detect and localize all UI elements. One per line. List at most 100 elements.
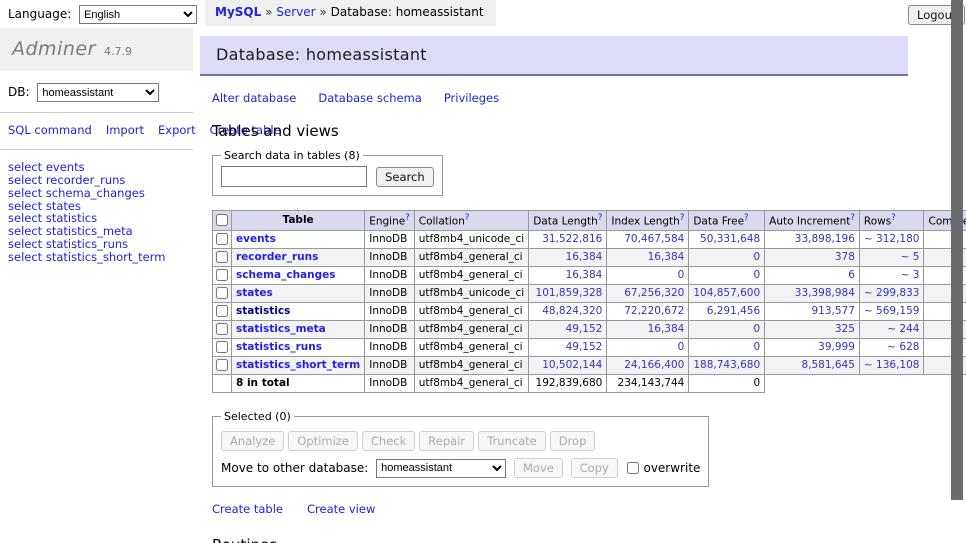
logo-band: Adminer 4.7.9 xyxy=(0,28,193,71)
total-data-length-cell: 192,839,680 xyxy=(529,374,607,392)
breadcrumb-separator: » xyxy=(316,5,331,19)
row-checkbox-events[interactable] xyxy=(216,233,228,245)
link-select-recorder-runs[interactable]: select recorder_runs xyxy=(8,174,185,187)
index-length-cell: 16,384 xyxy=(607,248,689,266)
row-checkbox-states[interactable] xyxy=(216,287,228,299)
language-select[interactable]: English xyxy=(79,5,197,24)
row-checkbox-statistics_runs[interactable] xyxy=(216,341,228,353)
select-all-checkbox[interactable] xyxy=(216,214,228,226)
rows-cell: ~ 299,833 xyxy=(859,284,924,302)
sidebar-table-links: select eventsselect recorder_runsselect … xyxy=(8,161,185,264)
collation-cell: utf8mb4_unicode_ci xyxy=(414,230,528,248)
total-empty-cell xyxy=(859,374,924,392)
link-create-view[interactable]: Create view xyxy=(307,502,375,516)
repair-button[interactable]: Repair xyxy=(419,431,474,451)
db-selector-row: DB: homeassistant xyxy=(8,83,193,112)
language-label: Language: xyxy=(8,7,71,21)
create-links: Create table Create view xyxy=(212,502,908,516)
sidebar-actions: SQL commandImportExportCreate table xyxy=(8,121,176,140)
column-help-link[interactable]: ? xyxy=(680,213,685,223)
table-link-statistics_meta[interactable]: statistics_meta xyxy=(236,323,326,335)
column-help-link[interactable]: ? xyxy=(465,213,470,223)
row-checkbox-cell xyxy=(213,356,232,374)
table-link-recorder_runs[interactable]: recorder_runs xyxy=(236,251,318,263)
search-button[interactable]: Search xyxy=(376,167,434,187)
tables-and-views-heading: Tables and views xyxy=(212,122,908,140)
collation-cell: utf8mb4_unicode_ci xyxy=(414,284,528,302)
overwrite-checkbox[interactable] xyxy=(627,462,639,474)
total-data-free-cell: 0 xyxy=(689,374,765,392)
link-select-statistics-short-term[interactable]: select statistics_short_term xyxy=(8,251,185,264)
index-length-cell: 0 xyxy=(607,266,689,284)
table-row: statistics_metaInnoDButf8mb4_general_ci4… xyxy=(213,320,966,338)
column-help-link[interactable]: ? xyxy=(598,213,603,223)
table-link-statistics_runs[interactable]: statistics_runs xyxy=(236,341,322,353)
table-name-cell: events xyxy=(232,230,365,248)
link-select-schema-changes[interactable]: select schema_changes xyxy=(8,187,185,200)
row-checkbox-statistics_short_term[interactable] xyxy=(216,359,228,371)
breadcrumb: MySQL » Server » Database: homeassistant xyxy=(205,0,496,26)
table-total-row: 8 in totalInnoDButf8mb4_general_ci192,83… xyxy=(213,374,966,392)
column-help-link[interactable]: ? xyxy=(891,213,896,223)
data-free-cell: 0 xyxy=(689,338,765,356)
sidebar: Adminer 4.7.9 DB: homeassistant SQL comm… xyxy=(0,28,193,275)
move-button[interactable]: Move xyxy=(514,458,563,478)
data-length-cell: 48,824,320 xyxy=(529,302,607,320)
data-length-cell: 49,152 xyxy=(529,320,607,338)
db-select[interactable]: homeassistant xyxy=(37,83,159,102)
index-length-cell: 70,467,584 xyxy=(607,230,689,248)
vertical-scrollbar[interactable] xyxy=(951,0,963,500)
row-checkbox-schema_changes[interactable] xyxy=(216,269,228,281)
move-db-select[interactable]: homeassistant xyxy=(376,459,506,478)
link-privileges[interactable]: Privileges xyxy=(444,91,499,105)
table-row: schema_changesInnoDButf8mb4_general_ci16… xyxy=(213,266,966,284)
column-help-link[interactable]: ? xyxy=(744,213,749,223)
sidebar-divider xyxy=(0,112,193,113)
row-checkbox-statistics[interactable] xyxy=(216,305,228,317)
data-free-cell: 6,291,456 xyxy=(689,302,765,320)
row-checkbox-cell xyxy=(213,338,232,356)
link-import[interactable]: Import xyxy=(106,123,144,137)
index-length-cell: 0 xyxy=(607,338,689,356)
row-checkbox-cell xyxy=(213,266,232,284)
data-length-cell: 10,502,144 xyxy=(529,356,607,374)
search-input[interactable] xyxy=(221,166,367,187)
table-link-events[interactable]: events xyxy=(236,233,276,245)
table-link-schema_changes[interactable]: schema_changes xyxy=(236,269,336,281)
copy-button[interactable]: Copy xyxy=(571,458,618,478)
table-link-statistics_short_term[interactable]: statistics_short_term xyxy=(236,359,360,371)
move-label: Move to other database: xyxy=(221,461,368,475)
engine-cell: InnoDB xyxy=(365,266,415,284)
auto-increment-cell: 33,898,196 xyxy=(765,230,860,248)
table-link-statistics[interactable]: statistics xyxy=(236,305,290,317)
analyze-button[interactable]: Analyze xyxy=(221,431,284,451)
optimize-button[interactable]: Optimize xyxy=(288,431,358,451)
link-select-events[interactable]: select events xyxy=(8,161,185,174)
adminer-version[interactable]: 4.7.9 xyxy=(104,45,132,58)
data-length-cell: 16,384 xyxy=(529,266,607,284)
main-content: MySQL » Server » Database: homeassistant… xyxy=(200,0,908,543)
link-alter-database[interactable]: Alter database xyxy=(212,91,296,105)
overwrite-label: overwrite xyxy=(643,461,700,475)
truncate-button[interactable]: Truncate xyxy=(478,431,546,451)
column-help-link[interactable]: ? xyxy=(850,213,855,223)
table-link-states[interactable]: states xyxy=(236,287,273,299)
check-button[interactable]: Check xyxy=(362,431,415,451)
adminer-logo[interactable]: Adminer xyxy=(12,38,96,60)
row-checkbox-recorder_runs[interactable] xyxy=(216,251,228,263)
collation-cell: utf8mb4_general_ci xyxy=(414,338,528,356)
link-create-table[interactable]: Create table xyxy=(212,502,283,516)
breadcrumb-mysql[interactable]: MySQL xyxy=(215,5,261,19)
breadcrumb-current: Database: homeassistant xyxy=(331,5,484,19)
column-help-link[interactable]: ? xyxy=(405,213,410,223)
drop-button[interactable]: Drop xyxy=(550,431,596,451)
breadcrumb-server[interactable]: Server xyxy=(276,5,315,19)
link-database-schema[interactable]: Database schema xyxy=(318,91,421,105)
link-sql-command[interactable]: SQL command xyxy=(8,123,92,137)
auto-increment-cell: 913,577 xyxy=(765,302,860,320)
table-body: eventsInnoDButf8mb4_unicode_ci31,522,816… xyxy=(213,230,966,392)
link-export[interactable]: Export xyxy=(158,123,196,137)
row-checkbox-statistics_meta[interactable] xyxy=(216,323,228,335)
sidebar-divider xyxy=(0,149,193,150)
row-checkbox-cell xyxy=(213,320,232,338)
